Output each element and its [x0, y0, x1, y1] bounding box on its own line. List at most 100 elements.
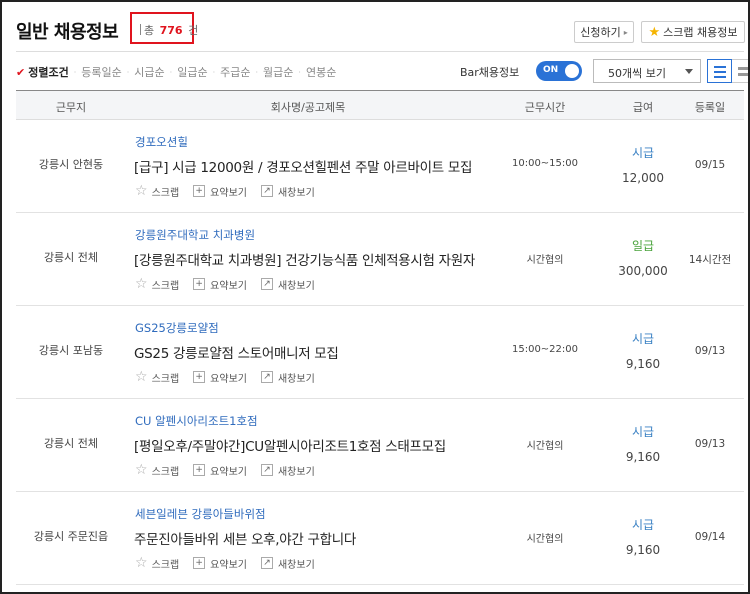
- scrap-button[interactable]: ☆ 스크랩: [135, 276, 179, 292]
- company-link[interactable]: GS25강릉로얄점: [135, 320, 219, 336]
- summary-button[interactable]: + 요약보기: [193, 370, 247, 385]
- job-title-link[interactable]: [급구] 시급 12000원 / 경포오션힐펜션 주말 아르바이트 모집: [134, 156, 472, 176]
- page-size-select[interactable]: 50개씩 보기: [593, 59, 701, 83]
- posted-date: 09/13: [694, 345, 726, 357]
- sort-option[interactable]: 등록일순: [81, 64, 121, 80]
- pay-amount: 300,000: [618, 264, 668, 278]
- external-link-icon: ↗: [260, 557, 273, 569]
- list-view-button[interactable]: [707, 59, 732, 83]
- plus-icon: +: [193, 185, 206, 197]
- table-row: 강릉시 포남동 GS25강릉로얄점 GS25 강릉로얄점 스토어매니저 모집 ☆ 스크랩…: [16, 306, 744, 399]
- check-icon: ✔: [16, 65, 26, 79]
- summary-button[interactable]: + 요약보기: [193, 463, 247, 478]
- scrap-button[interactable]: ☆ 스크랩: [135, 369, 179, 385]
- sort-option-label: 주급순: [220, 66, 251, 79]
- row-actions: ☆ 스크랩 + 요약보기 ↗ 새창보기: [135, 555, 329, 571]
- pay-amount: 9,160: [625, 357, 661, 371]
- sort-option[interactable]: 시급순: [134, 64, 164, 80]
- row-actions: ☆ 스크랩 + 요약보기 ↗ 새창보기: [135, 183, 329, 199]
- star-outline-icon: ☆: [135, 555, 148, 571]
- row-actions: ☆ 스크랩 + 요약보기 ↗ 새창보기: [135, 276, 329, 292]
- new-window-label: 새창보기: [277, 559, 315, 571]
- summary-label: 요약보기: [210, 466, 247, 478]
- count-value: 776: [159, 24, 183, 37]
- scrap-label: 스크랩: [151, 373, 180, 385]
- toggle-knob: [565, 64, 579, 78]
- bar-job-info-toggle[interactable]: ON: [536, 61, 582, 81]
- scrap-button[interactable]: ☆ 스크랩: [135, 555, 179, 571]
- company-link[interactable]: 세븐일레븐 강릉아들바위점: [135, 506, 266, 522]
- job-title-link[interactable]: 주문진아들바위 세븐 오후,야간 구합니다: [134, 528, 356, 548]
- summary-button[interactable]: + 요약보기: [193, 277, 247, 292]
- sort-option-label: 일급순: [177, 66, 208, 79]
- sort-option-label: 시급순: [134, 66, 165, 79]
- new-window-label: 새창보기: [277, 187, 315, 199]
- sort-separator: ·: [169, 67, 173, 77]
- company-link[interactable]: CU 알펜시아리조트1호점: [135, 413, 258, 429]
- sort-bar: ✔ 정렬조건 · 등록일순 · 시급순 · 일급순 · 주급순 · 월급순 · 연봉순 Bar채용정보 O…: [16, 58, 748, 86]
- job-title-link[interactable]: [강릉원주대학교 치과병원] 건강기능식품 인체적용시험 자원자: [134, 249, 475, 269]
- new-window-button[interactable]: ↗ 새창보기: [260, 463, 315, 478]
- pay-type: 시급: [631, 332, 655, 346]
- external-link-icon: ↗: [260, 185, 273, 197]
- company-link[interactable]: 강릉원주대학교 치과병원: [135, 227, 255, 243]
- posted-date: 09/13: [694, 438, 726, 450]
- sort-option[interactable]: ✔ 정렬조건: [16, 64, 69, 80]
- sort-option[interactable]: 일급순: [177, 64, 207, 80]
- new-window-button[interactable]: ↗ 새창보기: [260, 277, 315, 292]
- hours-cell: 시간협의: [526, 441, 564, 452]
- sort-option-label: 월급순: [263, 66, 294, 79]
- summary-button[interactable]: + 요약보기: [193, 184, 247, 199]
- sort-option[interactable]: 연봉순: [306, 64, 336, 80]
- compact-view-icon-line: [738, 73, 748, 76]
- new-window-button[interactable]: ↗ 새창보기: [260, 370, 315, 385]
- company-link[interactable]: 경포오션힐: [135, 134, 188, 150]
- sort-separator: ·: [255, 67, 259, 77]
- job-listing-panel: 일반 채용정보 총 776 건 신청하기 ▸ ★ 스크랩 채용정보 ✔ 정렬조건 ·…: [0, 0, 750, 594]
- star-outline-icon: ☆: [135, 276, 148, 292]
- pay-type: 시급: [631, 425, 655, 439]
- pay-amount: 9,160: [625, 543, 661, 557]
- new-window-button[interactable]: ↗ 새창보기: [260, 184, 315, 199]
- sort-option[interactable]: 주급순: [220, 64, 250, 80]
- location-cell: 강릉시 전체: [43, 251, 99, 264]
- header-divider: [16, 51, 744, 52]
- list-view-icon-line: [714, 71, 726, 73]
- scrap-list-button-label: 스크랩 채용정보: [663, 26, 738, 39]
- location-cell: 강릉시 전체: [43, 437, 99, 450]
- job-list: 강릉시 안현동 경포오션힐 [급구] 시급 12000원 / 경포오션힐펜션 주말 …: [16, 120, 744, 585]
- scrap-label: 스크랩: [151, 280, 180, 292]
- apply-button[interactable]: 신청하기 ▸: [574, 21, 634, 43]
- sort-option[interactable]: 월급순: [263, 64, 293, 80]
- toggle-on-label: ON: [543, 65, 559, 75]
- apply-button-label: 신청하기: [580, 26, 621, 39]
- summary-label: 요약보기: [210, 187, 247, 199]
- compact-view-button[interactable]: [732, 59, 748, 83]
- posted-date: 14시간전: [688, 254, 732, 266]
- external-link-icon: ↗: [260, 278, 273, 290]
- list-view-icon-line: [714, 76, 726, 78]
- sort-separator: ·: [73, 67, 77, 77]
- column-header-date: 등록일: [694, 101, 726, 114]
- bar-job-info-label: Bar채용정보: [460, 66, 520, 79]
- table-row: 강릉시 전체 강릉원주대학교 치과병원 [강릉원주대학교 치과병원] 건강기능식품 …: [16, 213, 744, 306]
- summary-label: 요약보기: [210, 373, 247, 385]
- compact-view-icon: [738, 67, 748, 70]
- new-window-label: 새창보기: [277, 466, 315, 478]
- scrap-button[interactable]: ☆ 스크랩: [135, 462, 179, 478]
- job-title-link[interactable]: [평일오후/주말야간]CU알펜시아리조트1호점 스태프모집: [134, 435, 446, 455]
- scrap-button[interactable]: ☆ 스크랩: [135, 183, 179, 199]
- table-row: 강릉시 전체 CU 알펜시아리조트1호점 [평일오후/주말야간]CU알펜시아리조트1…: [16, 399, 744, 492]
- plus-icon: +: [193, 371, 206, 383]
- table-header: 근무지 회사명/공고제목 근무시간 급여 등록일: [16, 90, 744, 120]
- summary-label: 요약보기: [210, 559, 247, 571]
- plus-icon: +: [193, 278, 206, 290]
- job-title-link[interactable]: GS25 강릉로얄점 스토어매니저 모집: [134, 342, 339, 362]
- summary-button[interactable]: + 요약보기: [193, 556, 247, 571]
- new-window-button[interactable]: ↗ 새창보기: [260, 556, 315, 571]
- row-actions: ☆ 스크랩 + 요약보기 ↗ 새창보기: [135, 462, 329, 478]
- list-view-icon: [714, 66, 726, 68]
- row-actions: ☆ 스크랩 + 요약보기 ↗ 새창보기: [135, 369, 329, 385]
- page-size-value: 50개씩 보기: [608, 67, 666, 80]
- scrap-list-button[interactable]: ★ 스크랩 채용정보: [641, 21, 745, 43]
